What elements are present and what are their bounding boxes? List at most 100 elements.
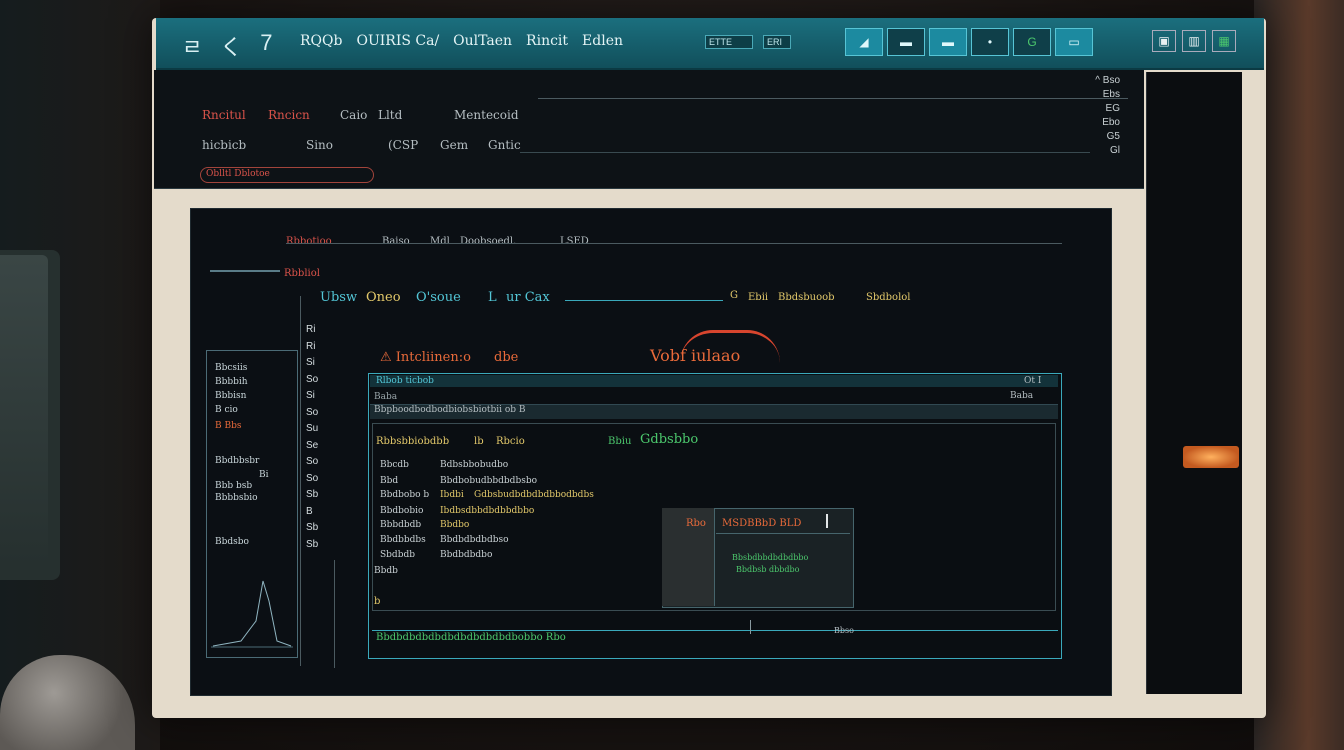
num-7: Si <box>306 390 315 401</box>
list-row-4-b[interactable]: Ibdbsdbbdbdbbdbbo <box>440 506 534 516</box>
warning-label: ⚠ Intcliinen:o <box>380 350 471 365</box>
top-label-9[interactable]: Gem <box>440 138 468 152</box>
list-row-7-b[interactable]: Bbdbdbdbo <box>440 550 492 560</box>
list-row-3-b[interactable]: Ibdbi <box>440 490 464 500</box>
next-button[interactable]: 7 <box>260 30 272 62</box>
num-12: So <box>306 472 319 484</box>
toolbar-icon-4[interactable]: • <box>971 28 1009 56</box>
list-row-5-b[interactable]: Bbdbo <box>440 520 469 530</box>
list-row-3-c[interactable]: Gdbsbudbdbdbdbbodbdbs <box>474 490 594 500</box>
inner-window-header <box>370 375 1058 387</box>
mini-item-4[interactable]: B cio <box>215 405 238 415</box>
indicator-2: ERI <box>763 35 791 49</box>
mini-item-9[interactable]: Bbbbsbio <box>215 493 258 503</box>
menu-item-2[interactable]: OUIRIS Ca/ <box>356 33 439 49</box>
main-subheader[interactable]: Rbbliol <box>284 268 320 279</box>
list-row-1-a[interactable]: Bbcdb <box>380 460 409 470</box>
main-header-divider <box>286 243 1062 244</box>
main-header-5[interactable]: LSED <box>560 236 589 247</box>
top-label-6[interactable]: hicbicb <box>202 138 246 152</box>
toolbar-icon-2[interactable]: ▬ <box>887 28 925 56</box>
menu-item-4[interactable]: Rincit <box>526 33 568 49</box>
title-part-2: Oneo <box>366 290 401 305</box>
warning-sub: dbe <box>494 350 519 365</box>
inner-header-title: Rlbob ticbob <box>376 376 434 386</box>
main-header-3[interactable]: Mdl <box>430 236 450 247</box>
num-10: Se <box>306 439 319 451</box>
window-controls: ▣ ▥ ▦ <box>1152 30 1236 52</box>
pane-line-1-green2[interactable]: Gdbsbbo <box>640 432 698 447</box>
main-header-4[interactable]: Doobsoedl. <box>460 236 516 247</box>
inner-meta: Baba <box>374 392 398 402</box>
mini-item-5[interactable]: B Bbs <box>215 421 241 431</box>
top-label-5[interactable]: Mentecoid <box>454 108 519 122</box>
top-label-4[interactable]: Lltd <box>378 108 402 122</box>
title-part-5: ur Cax <box>506 290 550 305</box>
num-6: So <box>306 373 319 385</box>
menu-item-1[interactable]: RQQb <box>300 33 342 49</box>
top-divider-2 <box>520 152 1090 153</box>
pane-line-1b: lb <box>474 436 484 447</box>
title-part-4: L <box>488 290 497 305</box>
dialog-divider <box>716 533 850 534</box>
pane-line-1c: Rbcio <box>496 436 525 447</box>
inner-header-controls[interactable]: Ot I <box>1024 376 1041 386</box>
inner-subheader-text: Bbpboodbodbodbiobsbiotbii ob B <box>374 405 526 415</box>
main-header-2[interactable]: Baiso <box>382 236 410 247</box>
toolbar-icon-5[interactable]: G <box>1013 28 1051 56</box>
toolbar: ◢ ▬ ▬ • G ▭ <box>845 28 1093 56</box>
num-2: Ri <box>306 340 316 352</box>
menu-bar: RQQb OUIRIS Ca/ OulTaen Rincit Edlen <box>300 33 623 49</box>
top-label-7[interactable]: Sino <box>306 138 333 152</box>
title-right-3[interactable]: Sbdbolol <box>866 292 911 303</box>
title-right-1[interactable]: Ebii <box>748 292 768 303</box>
list-row-8-a[interactable]: Bbdb <box>374 566 398 576</box>
list-row-4-a[interactable]: Bbdbobio <box>380 506 423 516</box>
title-right-2[interactable]: Bbdsbuoob <box>778 292 835 303</box>
title-right-icon[interactable]: G <box>730 290 738 301</box>
prev-button[interactable]: く <box>220 30 242 62</box>
indicator-1: ETTE <box>705 35 753 49</box>
pane-line-1-green[interactable]: Bbiu <box>608 436 631 447</box>
menu-item-5[interactable]: Edlen <box>582 33 623 49</box>
mini-item-6[interactable]: Bbdbbsbr <box>215 456 259 466</box>
window-control-3[interactable]: ▦ <box>1212 30 1236 52</box>
top-label-2[interactable]: Rncicn <box>268 108 310 122</box>
window-control-2[interactable]: ▥ <box>1182 30 1206 52</box>
toolbar-icon-3[interactable]: ▬ <box>929 28 967 56</box>
menu-item-3[interactable]: OulTaen <box>453 33 512 49</box>
dialog-title: MSDBBbD BLD <box>722 518 802 529</box>
dialog-line-2[interactable]: Bbdbsb dbbdbo <box>736 565 799 574</box>
num-8: So <box>306 406 319 418</box>
title-underline <box>565 300 723 301</box>
top-label-10[interactable]: Gntic <box>488 138 521 152</box>
title-part-3: O'soue <box>416 290 461 305</box>
back-button[interactable]: ㄹ <box>182 30 202 62</box>
list-row-2-b[interactable]: Bbdbobudbbdbdbsbo <box>440 476 537 486</box>
list-row-7-a[interactable]: Sbdbdb <box>380 550 415 560</box>
list-row-1-b[interactable]: Bdbsbbobudbo <box>440 460 508 470</box>
list-row-6-b[interactable]: Bbdbdbdbdbso <box>440 535 509 545</box>
mini-item-7[interactable]: Bi <box>259 470 269 480</box>
mini-item-1[interactable]: Bbcsiis <box>215 363 247 373</box>
list-row-6-a[interactable]: Bbdbbdbs <box>380 535 426 545</box>
dialog-line-1[interactable]: Bbsbdbbdbdbdbbo <box>732 553 808 562</box>
mini-item-2[interactable]: Bbbbih <box>215 377 248 387</box>
inner-footer-right: Bbso <box>834 626 854 635</box>
top-label-8[interactable]: (CSP <box>388 138 418 152</box>
room-background-right <box>1254 0 1344 750</box>
mini-item-8[interactable]: Bbb bsb <box>215 481 252 491</box>
top-label-3[interactable]: Caio <box>340 108 367 122</box>
top-right-text-5: G5 <box>1106 131 1120 142</box>
top-label-1[interactable]: Rncitul <box>202 108 246 122</box>
list-marker: b <box>374 596 381 607</box>
toolbar-icon-6[interactable]: ▭ <box>1055 28 1093 56</box>
main-header-1[interactable]: Rbbotioo <box>286 236 332 247</box>
mini-item-3[interactable]: Bbbisn <box>215 391 246 401</box>
list-row-2-a[interactable]: Bbd <box>380 476 398 486</box>
window-control-1[interactable]: ▣ <box>1152 30 1176 52</box>
list-row-3-a[interactable]: Bbdbobo b <box>380 490 429 500</box>
mini-graph <box>211 580 293 648</box>
list-row-5-a[interactable]: Bbbdbdb <box>380 520 421 530</box>
toolbar-icon-1[interactable]: ◢ <box>845 28 883 56</box>
